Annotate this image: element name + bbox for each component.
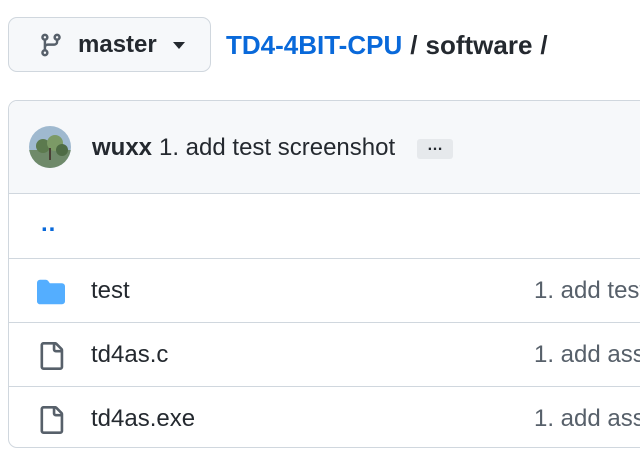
commit-expand-button[interactable]: …	[417, 138, 453, 159]
branch-select-button[interactable]: master	[8, 17, 211, 72]
breadcrumb-repo-link[interactable]: TD4-4BIT-CPU	[226, 30, 402, 61]
parent-directory-row[interactable]: ..	[9, 194, 640, 258]
file-commit-message[interactable]: 1. add assembler	[534, 405, 640, 433]
file-name[interactable]: td4as.exe	[91, 405, 195, 433]
file-commit-message[interactable]: 1. add assembler	[534, 341, 640, 369]
latest-commit-bar: wuxx 1. add test screenshot …	[9, 101, 640, 194]
commit-author[interactable]: wuxx	[92, 134, 152, 162]
breadcrumb-separator: /	[410, 29, 418, 60]
file-commit-message[interactable]: 1. add test screenshot	[534, 277, 640, 305]
commit-message[interactable]: 1. add test screenshot	[159, 134, 395, 162]
git-branch-icon	[41, 33, 61, 57]
author-avatar[interactable]	[29, 126, 71, 168]
folder-icon	[37, 279, 65, 305]
file-row[interactable]: td4as.c 1. add assembler	[9, 322, 640, 386]
file-row[interactable]: td4as.exe 1. add assembler	[9, 386, 640, 447]
breadcrumb-current-folder: software	[425, 29, 533, 60]
file-icon	[40, 342, 64, 370]
file-name[interactable]: test	[91, 277, 130, 305]
file-row[interactable]: test 1. add test screenshot	[9, 258, 640, 322]
breadcrumb: TD4-4BIT-CPU / software /	[226, 28, 556, 62]
breadcrumb-trailing-separator: /	[540, 29, 548, 60]
file-list-box: wuxx 1. add test screenshot … .. test 1.…	[8, 100, 640, 448]
caret-down-icon	[173, 42, 185, 49]
parent-directory-link[interactable]: ..	[41, 210, 56, 238]
file-name[interactable]: td4as.c	[91, 341, 168, 369]
branch-label: master	[78, 31, 157, 58]
file-icon	[40, 406, 64, 434]
